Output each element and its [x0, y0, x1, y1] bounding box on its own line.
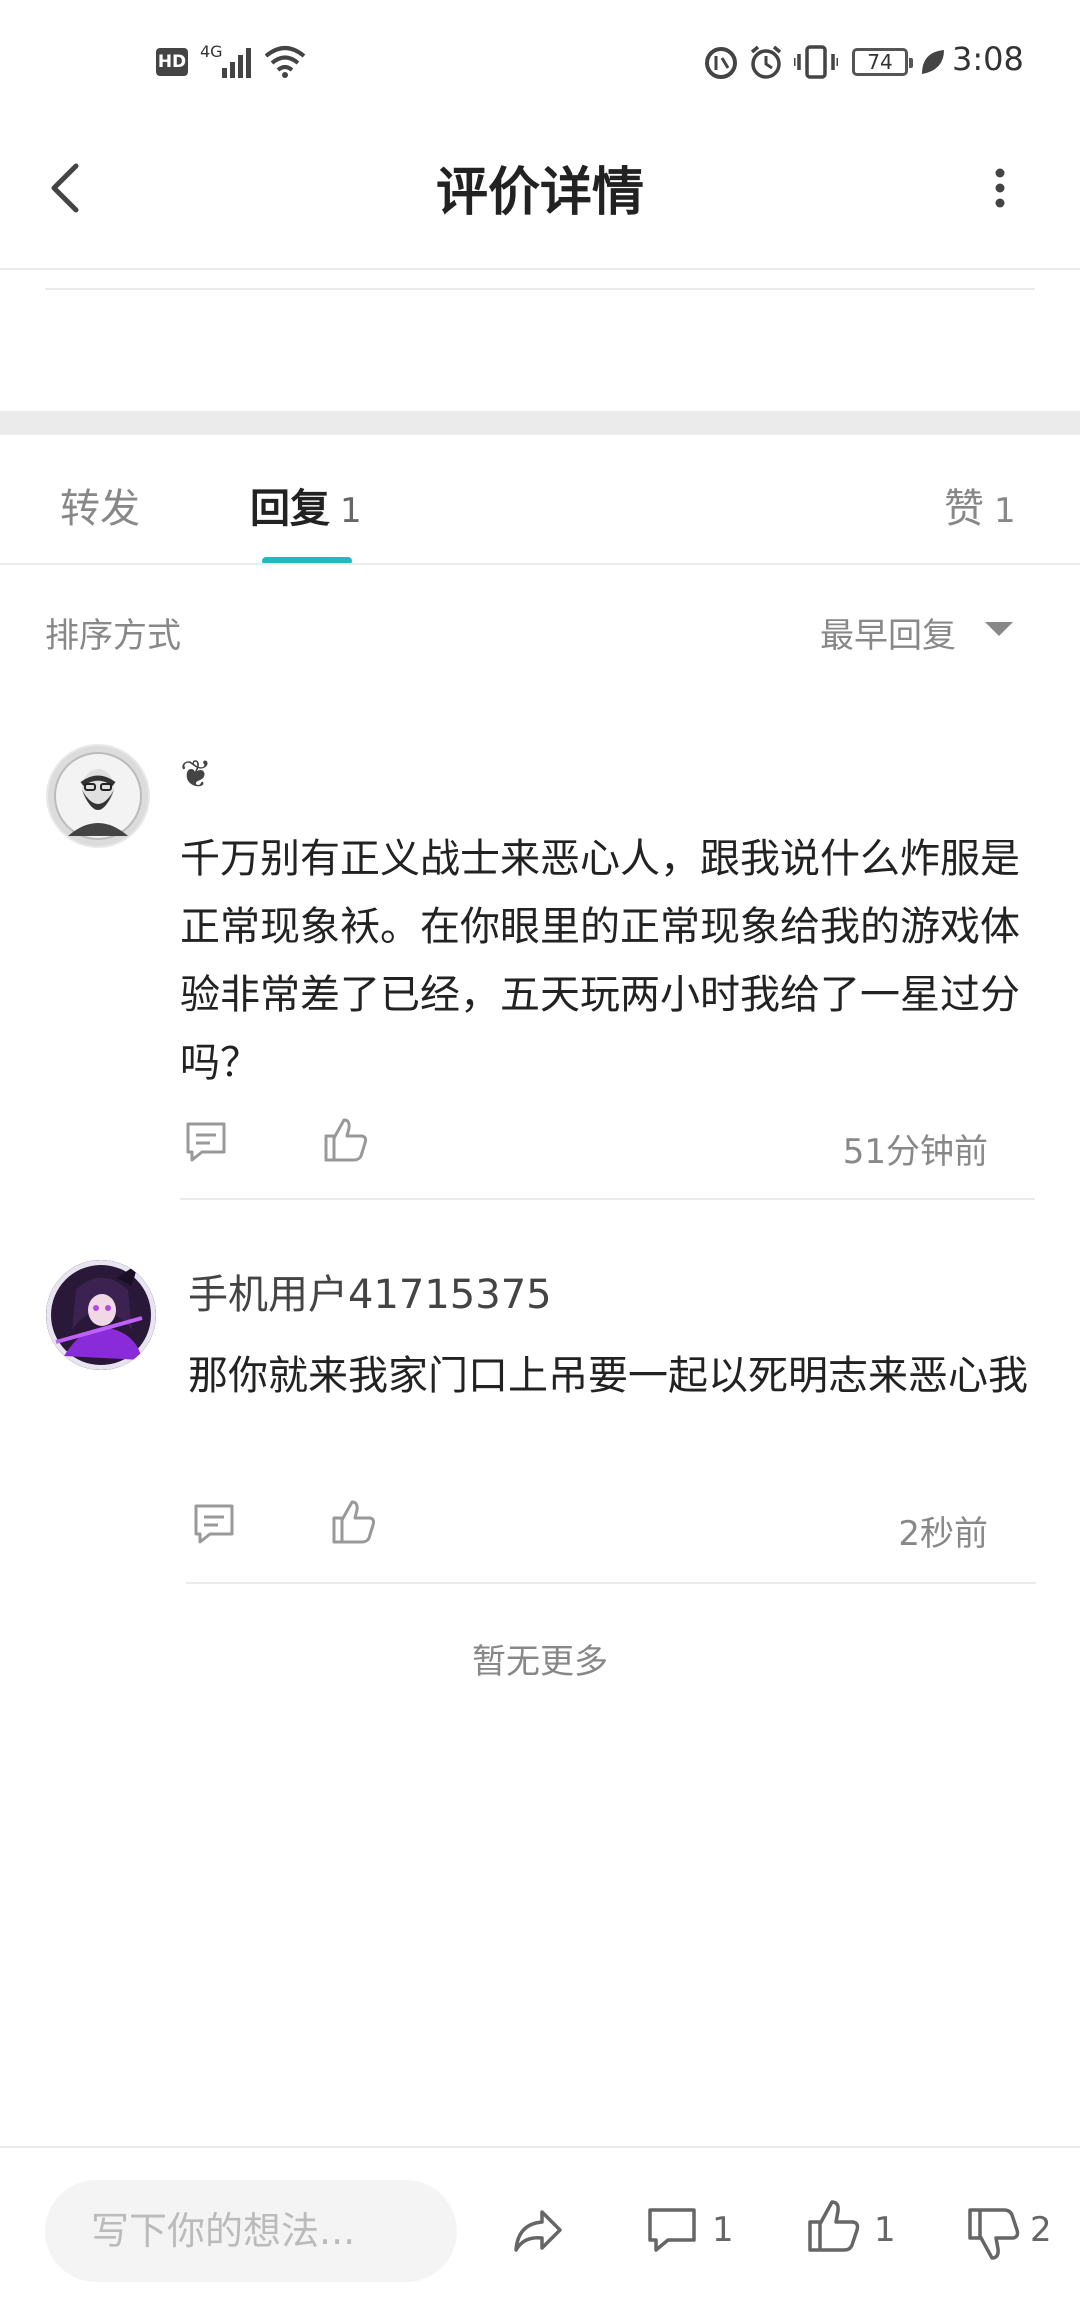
anime-character-avatar-icon	[46, 1260, 156, 1370]
signal-icon	[222, 48, 251, 78]
tab-replies-count: 1	[340, 491, 362, 531]
wifi-icon	[264, 46, 306, 78]
comment-username[interactable]: ❦	[180, 752, 212, 796]
more-options-icon[interactable]	[980, 160, 1020, 216]
tab-forward[interactable]: 转发	[60, 476, 140, 534]
vibrate-icon	[794, 45, 838, 79]
alarm-icon	[750, 45, 782, 79]
content-divider	[45, 288, 1035, 290]
comment-bubble-icon[interactable]	[644, 2202, 700, 2258]
tab-likes-count: 1	[994, 491, 1016, 531]
header-divider	[0, 268, 1080, 270]
data-saver-icon	[705, 47, 737, 79]
sort-label: 排序方式	[45, 616, 181, 656]
comment-timestamp: 51分钟前	[842, 1132, 988, 1172]
comment-text: 那你就来我家门口上吊要一起以死明志来恶心我	[188, 1353, 1028, 1399]
tab-replies[interactable]: 回复 1	[250, 476, 362, 534]
thumbs-up-icon[interactable]	[330, 1498, 378, 1546]
tab-likes[interactable]: 赞1	[944, 476, 1016, 534]
tab-forward-label: 转发	[60, 486, 140, 532]
power-saving-leaf-icon	[922, 50, 944, 74]
section-separator	[0, 411, 1080, 435]
comment-divider	[186, 1582, 1036, 1584]
battery-icon: 74	[852, 48, 913, 76]
comment-divider	[180, 1198, 1035, 1200]
comment-username[interactable]: 手机用户41715375	[188, 1262, 552, 1320]
avatar[interactable]	[46, 744, 150, 848]
no-more-label: 暂无更多	[472, 1642, 608, 1682]
avatar[interactable]	[46, 1260, 156, 1370]
tab-likes-label: 赞	[944, 486, 984, 532]
status-bar: HD 4G 74 3:08	[0, 0, 1080, 110]
reply-icon[interactable]	[190, 1500, 238, 1548]
sort-value: 最早回复	[820, 616, 956, 656]
chevron-down-icon	[985, 622, 1013, 636]
clock-time: 3:08	[952, 40, 1024, 78]
like-count: 1	[874, 2210, 896, 2250]
thumbs-up-icon[interactable]	[322, 1116, 370, 1164]
thumbs-up-icon[interactable]	[806, 2198, 862, 2254]
comment-input[interactable]	[45, 2180, 457, 2282]
dislike-count: 2	[1030, 2210, 1052, 2250]
tabs-divider	[0, 563, 1080, 565]
page-title: 评价详情	[435, 163, 644, 223]
tab-replies-label: 回复	[250, 486, 330, 532]
bearded-man-avatar-icon	[48, 746, 148, 846]
network-type-label: 4G	[200, 42, 223, 61]
comment-timestamp: 2秒前	[898, 1514, 988, 1554]
share-arrow-icon[interactable]	[510, 2202, 566, 2258]
reply-icon[interactable]	[182, 1118, 230, 1166]
comment-count: 1	[712, 2210, 734, 2250]
thumbs-down-icon[interactable]	[966, 2206, 1022, 2262]
comment-text: 千万别有正义战士来恶心人，跟我说什么炸服是正常现象袄。在你眼里的正常现象给我的游…	[180, 836, 1020, 1086]
hd-icon: HD	[156, 48, 188, 76]
